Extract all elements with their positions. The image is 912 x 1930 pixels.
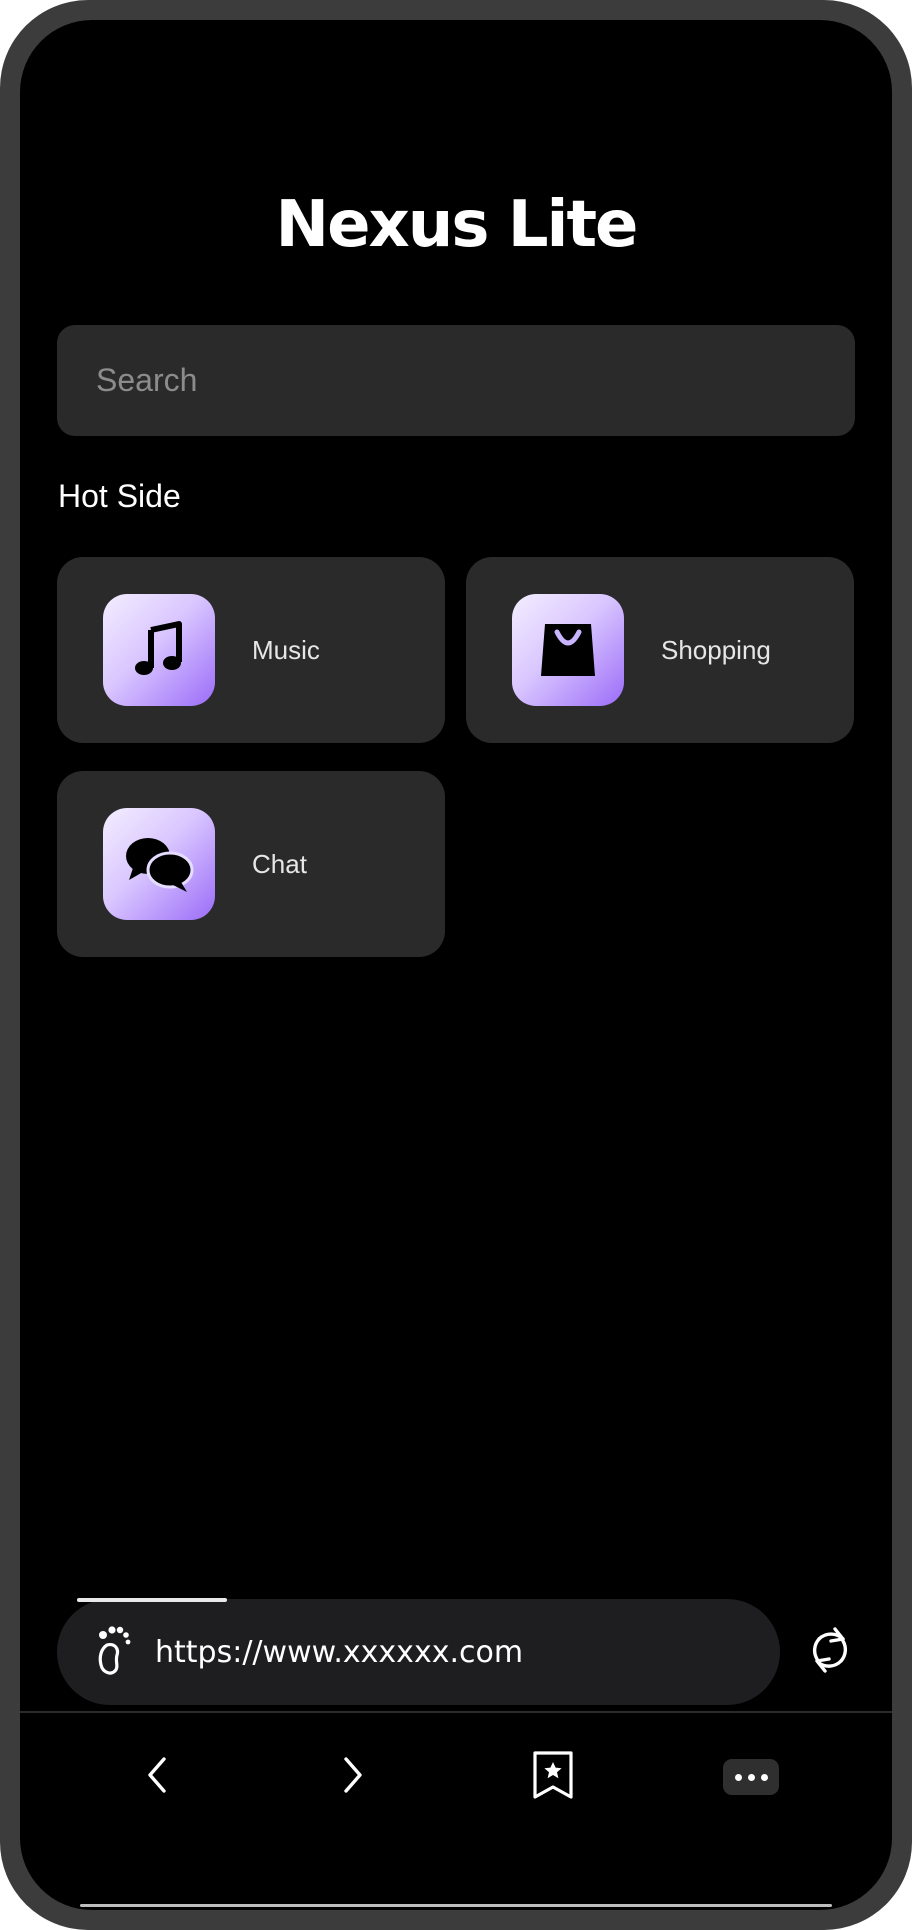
- page-load-progress: [57, 1598, 780, 1602]
- chat-bubbles-icon: [103, 808, 215, 920]
- bookmarks-button[interactable]: [518, 1742, 588, 1812]
- refresh-icon: [807, 1625, 853, 1680]
- search-bar[interactable]: [57, 325, 855, 436]
- refresh-button[interactable]: [800, 1622, 860, 1682]
- music-note-icon: [103, 594, 215, 706]
- hot-sites-heading: Hot Side: [58, 478, 181, 514]
- browser-screen: Nexus Lite Hot Side Music: [20, 20, 892, 1910]
- bookmark-star-icon: [531, 1750, 575, 1805]
- toolbar-divider: [20, 1711, 892, 1713]
- hot-site-card-chat[interactable]: Chat: [57, 771, 445, 957]
- hot-site-card-shopping[interactable]: Shopping: [466, 557, 854, 743]
- hot-site-label: Music: [252, 634, 320, 665]
- phone-frame: Nexus Lite Hot Side Music: [0, 0, 912, 1930]
- back-button[interactable]: [122, 1742, 192, 1812]
- page-load-progress-fill: [77, 1598, 227, 1602]
- hot-site-label: Shopping: [661, 634, 771, 665]
- search-input[interactable]: [94, 361, 855, 400]
- address-bar[interactable]: https://www.xxxxxx.com: [57, 1599, 780, 1705]
- app-title: Nexus Lite: [275, 188, 639, 262]
- chevron-left-icon: [142, 1755, 172, 1800]
- bottom-navigation-bar: [20, 1714, 892, 1864]
- url-text[interactable]: https://www.xxxxxx.com: [155, 1635, 523, 1670]
- chevron-right-icon: [338, 1755, 368, 1800]
- hot-site-card-music[interactable]: Music: [57, 557, 445, 743]
- hot-site-label: Chat: [252, 848, 307, 879]
- more-button[interactable]: [716, 1742, 786, 1812]
- forward-button[interactable]: [318, 1742, 388, 1812]
- shopping-bag-icon: [512, 594, 624, 706]
- home-indicator: [80, 1904, 832, 1907]
- footprint-icon: [93, 1623, 131, 1682]
- more-dots-icon: [723, 1759, 779, 1795]
